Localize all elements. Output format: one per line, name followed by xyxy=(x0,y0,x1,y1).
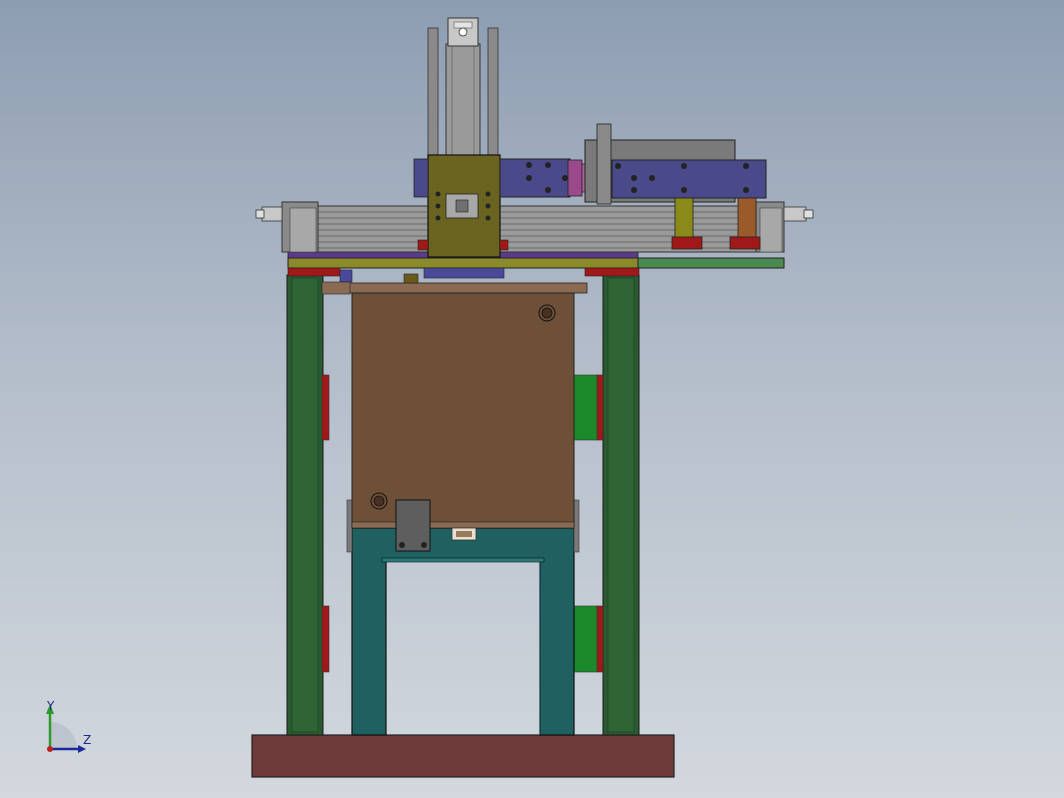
y-axis-label: Y xyxy=(47,699,55,713)
right-column xyxy=(573,274,640,736)
left-column xyxy=(286,274,330,736)
olive-carriage xyxy=(417,154,509,258)
machine-assembly-drawing[interactable] xyxy=(0,0,1064,798)
linear-guide-rail xyxy=(255,201,814,253)
cad-viewport[interactable]: Y Z xyxy=(0,0,1064,798)
z-axis-label: Z xyxy=(83,733,92,747)
vertical-cylinder xyxy=(427,17,499,157)
brown-block xyxy=(339,282,588,529)
base-plate xyxy=(251,734,675,778)
